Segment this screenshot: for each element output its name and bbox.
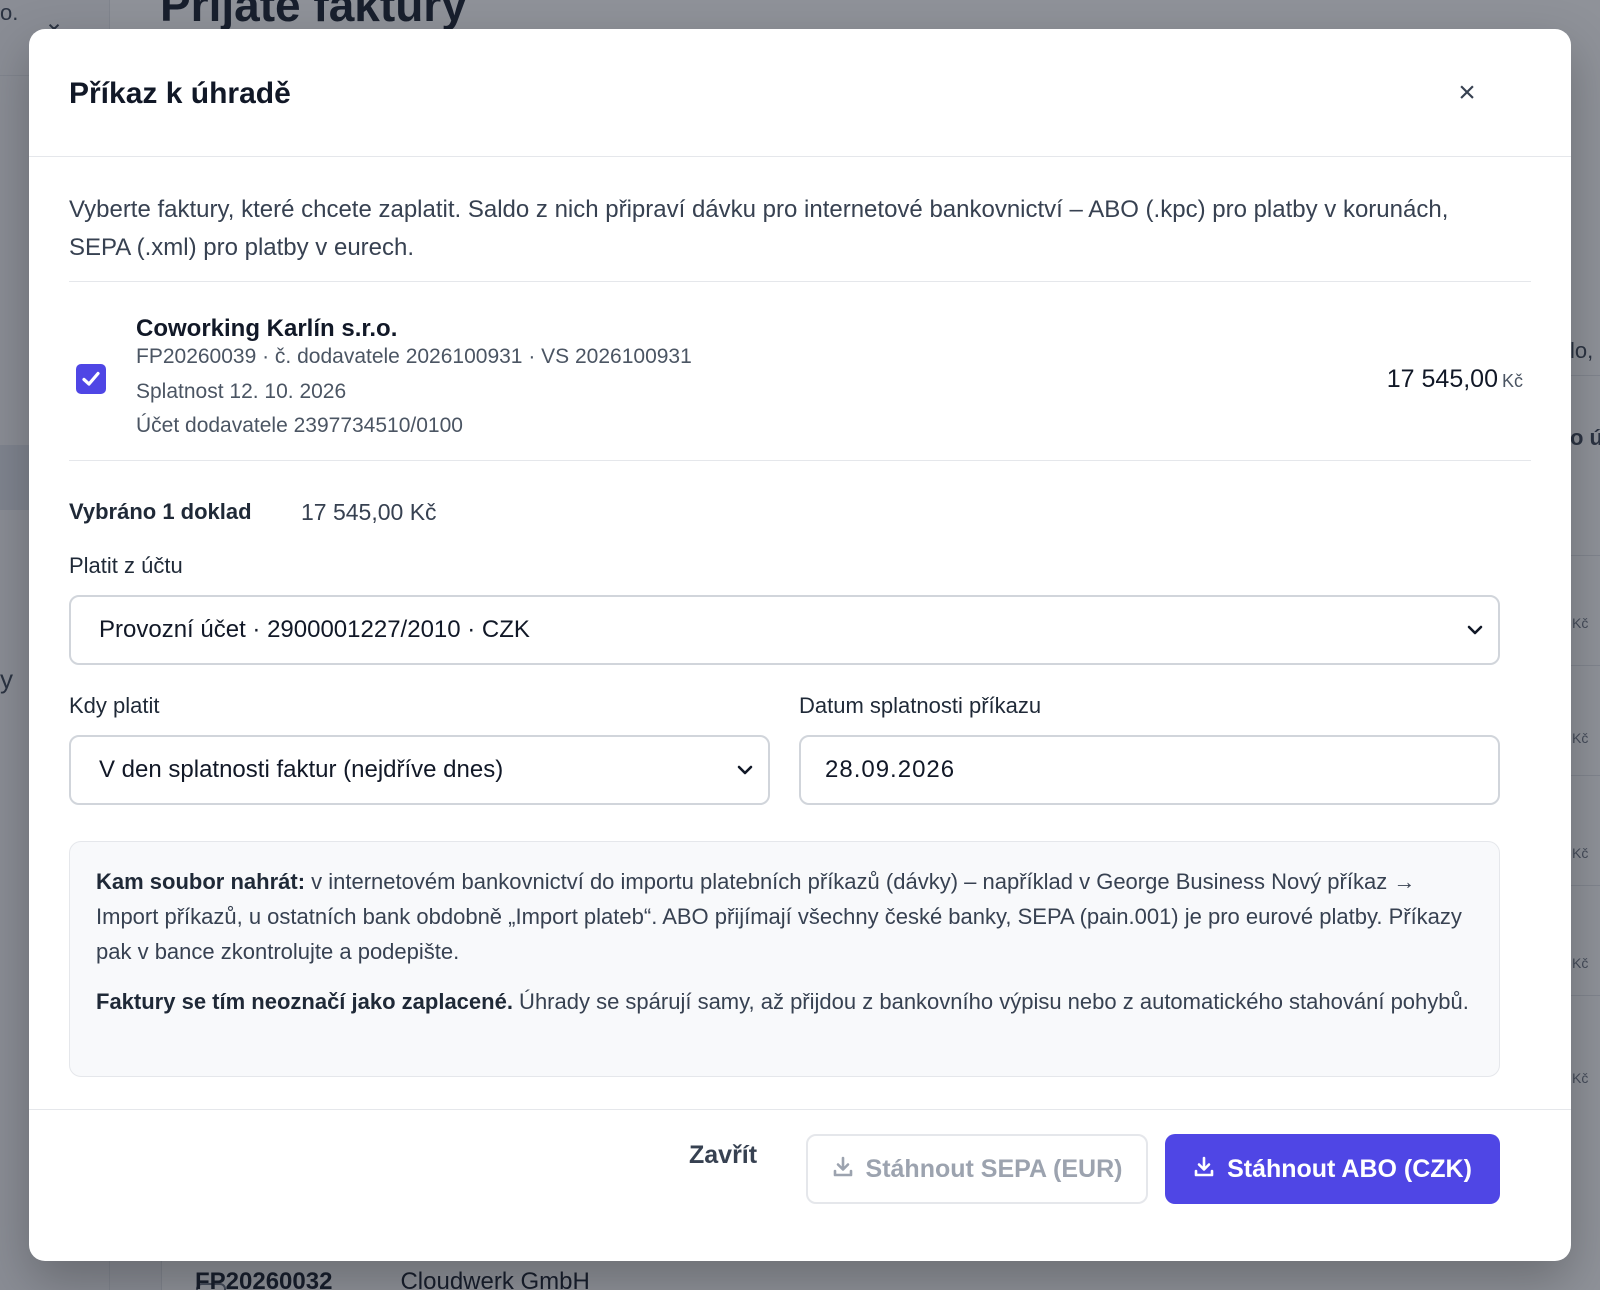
payment-order-modal: Příkaz k úhradě × Vyberte faktury, které… [29, 29, 1571, 1261]
due-date-input[interactable]: 28.09.2026 [799, 735, 1500, 805]
download-sepa-label: Stáhnout SEPA (EUR) [865, 1155, 1123, 1183]
modal-title: Příkaz k úhradě [69, 77, 291, 110]
modal-header: Příkaz k úhradě × [29, 29, 1571, 157]
upload-info-heading: Kam soubor nahrát: [96, 869, 306, 894]
download-icon [833, 1157, 852, 1177]
when-to-pay-value: V den splatnosti faktur (nejdříve dnes) [99, 756, 504, 783]
paid-status-heading: Faktury se tím neoznačí jako zaplacené. [96, 989, 513, 1014]
selection-count: Vybráno 1 doklad [69, 499, 252, 524]
selection-total: 17 545,00 Kč [301, 499, 437, 525]
close-button[interactable]: Zavřít [689, 1141, 757, 1170]
invoice-amount: 17 545,00 Kč [1387, 365, 1523, 394]
download-abo-button[interactable]: Stáhnout ABO (CZK) [1165, 1134, 1500, 1204]
upload-info-box: Kam soubor nahrát: v internetovém bankov… [69, 841, 1500, 1077]
when-to-pay-label: Kdy platit [69, 693, 160, 718]
divider [69, 460, 1531, 461]
download-icon [1194, 1157, 1214, 1177]
due-date-label: Datum splatnosti příkazu [799, 693, 1042, 718]
pay-from-select[interactable]: Provozní účet · 2900001227/2010 · CZK [69, 595, 1500, 665]
invoice-supplier-account: Účet dodavatele 2397734510/0100 [136, 414, 463, 437]
invoice-due-date: Splatnost 12. 10. 2026 [136, 380, 347, 403]
modal-intro-text: Vyberte faktury, které chcete zaplatit. … [69, 196, 1449, 261]
chevron-down-icon [1467, 625, 1483, 635]
divider [69, 281, 1531, 282]
paid-status-text: Úhrady se spárují samy, až přijdou z ban… [512, 989, 1469, 1014]
close-icon[interactable]: × [1449, 75, 1485, 111]
due-date-value: 28.09.2026 [825, 756, 956, 783]
invoice-supplier: Coworking Karlín s.r.o. [136, 315, 398, 342]
pay-from-value: Provozní účet · 2900001227/2010 · CZK [99, 616, 530, 643]
chevron-down-icon [737, 765, 753, 775]
pay-from-label: Platit z účtu [69, 553, 183, 578]
upload-info-paragraph: Kam soubor nahrát: v internetovém bankov… [96, 864, 1473, 969]
invoice-checkbox[interactable] [76, 364, 106, 394]
invoice-amount-value: 17 545,00 [1386, 365, 1498, 393]
checkmark-icon [82, 371, 100, 386]
download-abo-label: Stáhnout ABO (CZK) [1227, 1155, 1472, 1183]
invoice-details: FP20260039 · č. dodavatele 2026100931 · … [136, 345, 692, 368]
paid-status-paragraph: Faktury se tím neoznačí jako zaplacené. … [96, 984, 1473, 1019]
download-sepa-button[interactable]: Stáhnout SEPA (EUR) [806, 1134, 1148, 1204]
when-to-pay-select[interactable]: V den splatnosti faktur (nejdříve dnes) [69, 735, 770, 805]
invoice-amount-currency: Kč [1501, 371, 1523, 391]
